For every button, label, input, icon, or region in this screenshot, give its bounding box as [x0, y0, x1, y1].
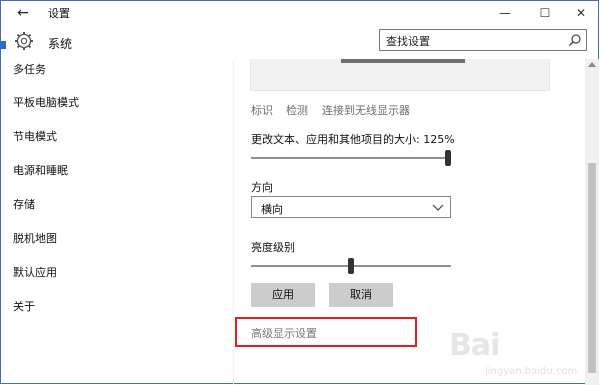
- watermark-site: jingyan.baidu.com: [485, 366, 578, 377]
- advanced-display-settings-link[interactable]: 高级显示设置: [251, 325, 317, 341]
- cancel-button[interactable]: 取消: [329, 283, 393, 307]
- page-header: 系统 查找设置: [1, 25, 598, 59]
- search-placeholder: 查找设置: [386, 35, 430, 48]
- sidebar-item-power-sleep[interactable]: 电源和睡眠: [13, 162, 68, 178]
- vertical-scrollbar[interactable]: [585, 59, 599, 385]
- minimize-button[interactable]: —: [485, 1, 525, 25]
- orientation-value: 横向: [261, 203, 283, 216]
- monitor-thumbnail[interactable]: [341, 59, 465, 63]
- sidebar: 多任务 平板电脑模式 节电模式 电源和睡眠 存储 脱机地图 默认应用 关于: [1, 59, 233, 385]
- window-title: 设置: [48, 7, 70, 20]
- display-preview: [250, 59, 550, 91]
- search-icon[interactable]: [568, 33, 582, 47]
- back-arrow-icon[interactable]: ←: [13, 4, 33, 22]
- brightness-slider[interactable]: [251, 258, 451, 274]
- sidebar-item-offline-maps[interactable]: 脱机地图: [13, 230, 57, 246]
- identify-link[interactable]: 标识: [251, 102, 273, 118]
- settings-window: ← 设置 — ☐ ✕ 系统 查找设置 多任务 平板电脑模式 节电模式 电源和睡眠…: [0, 0, 599, 385]
- wireless-display-link[interactable]: 连接到无线显示器: [322, 102, 410, 118]
- apply-button[interactable]: 应用: [251, 283, 315, 307]
- brightness-label: 亮度级别: [251, 241, 295, 254]
- maximize-button[interactable]: ☐: [525, 1, 565, 25]
- sidebar-item-storage[interactable]: 存储: [13, 196, 35, 212]
- sidebar-item-about[interactable]: 关于: [13, 298, 35, 314]
- search-input[interactable]: 查找设置: [379, 29, 587, 51]
- chevron-down-icon: [432, 204, 444, 211]
- scale-slider-thumb[interactable]: [445, 150, 451, 166]
- sidebar-item-battery-saver[interactable]: 节电模式: [13, 128, 57, 144]
- sidebar-item-multitasking[interactable]: 多任务: [13, 61, 46, 77]
- detect-link[interactable]: 检测: [286, 102, 308, 118]
- baidu-watermark: Bai jingyan.baidu.com: [449, 318, 579, 380]
- brightness-slider-thumb[interactable]: [348, 258, 354, 274]
- close-button[interactable]: ✕: [561, 1, 600, 25]
- gear-icon: [15, 32, 33, 50]
- scroll-up-arrow-icon[interactable]: [588, 62, 596, 67]
- page-title: 系统: [48, 37, 73, 51]
- sidebar-item-default-apps[interactable]: 默认应用: [13, 264, 57, 280]
- sidebar-item-tablet-mode[interactable]: 平板电脑模式: [13, 94, 79, 110]
- scale-slider[interactable]: [251, 150, 451, 166]
- orientation-dropdown[interactable]: 横向: [251, 196, 451, 218]
- title-bar: ← 设置 — ☐ ✕: [1, 1, 598, 25]
- watermark-logo: Bai: [449, 328, 500, 363]
- scale-label: 更改文本、应用和其他项目的大小: 125%: [251, 133, 455, 146]
- orientation-label: 方向: [251, 181, 273, 194]
- scrollbar-thumb[interactable]: [588, 163, 596, 373]
